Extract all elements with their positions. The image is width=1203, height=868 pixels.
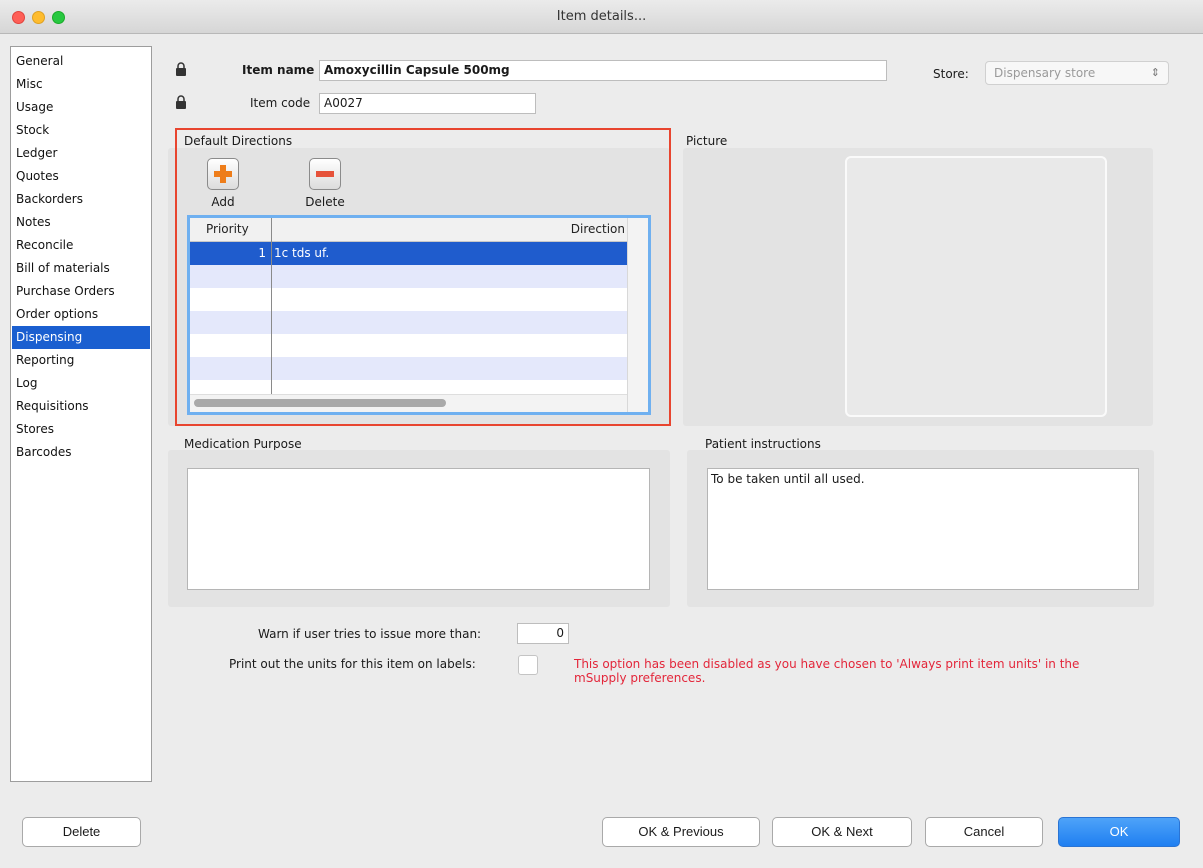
sidebar-item-barcodes[interactable]: Barcodes xyxy=(12,441,150,464)
column-header-priority[interactable]: Priority xyxy=(206,218,249,241)
sidebar-item-ledger[interactable]: Ledger xyxy=(12,142,150,165)
sidebar: General Misc Usage Stock Ledger Quotes B… xyxy=(10,46,152,782)
store-select[interactable]: Dispensary store ⇕ xyxy=(985,61,1169,85)
table-row[interactable] xyxy=(190,288,627,311)
patient-instructions-title: Patient instructions xyxy=(705,437,821,451)
store-label: Store: xyxy=(933,67,969,81)
print-units-label: Print out the units for this item on lab… xyxy=(229,657,476,671)
sidebar-item-notes[interactable]: Notes xyxy=(12,211,150,234)
sidebar-item-log[interactable]: Log xyxy=(12,372,150,395)
ok-previous-button[interactable]: OK & Previous xyxy=(602,817,760,847)
delete-direction-button[interactable] xyxy=(309,158,341,190)
directions-table[interactable]: Priority Direction 1 1c tds uf. xyxy=(187,215,651,415)
scrollbar-thumb[interactable] xyxy=(194,399,446,407)
ok-next-button[interactable]: OK & Next xyxy=(772,817,912,847)
delete-item-button[interactable]: Delete xyxy=(22,817,141,847)
vertical-scrollbar[interactable] xyxy=(627,218,648,412)
item-code-input[interactable]: A0027 xyxy=(319,93,536,114)
column-divider xyxy=(271,218,272,394)
patient-instructions-input[interactable]: To be taken until all used. xyxy=(707,468,1139,590)
sidebar-item-quotes[interactable]: Quotes xyxy=(12,165,150,188)
sidebar-item-stock[interactable]: Stock xyxy=(12,119,150,142)
table-row[interactable] xyxy=(190,334,627,357)
sidebar-item-usage[interactable]: Usage xyxy=(12,96,150,119)
row-direction: 1c tds uf. xyxy=(274,246,330,260)
window-title: Item details... xyxy=(556,9,647,24)
chevron-updown-icon: ⇕ xyxy=(1150,66,1160,79)
print-units-notice-line2: mSupply preferences. xyxy=(574,671,706,685)
cancel-button[interactable]: Cancel xyxy=(925,817,1043,847)
horizontal-scrollbar[interactable] xyxy=(190,394,627,412)
print-units-checkbox[interactable] xyxy=(518,655,538,675)
item-name-label: Item name xyxy=(242,63,315,77)
table-header: Priority Direction xyxy=(190,218,627,242)
sidebar-item-misc[interactable]: Misc xyxy=(12,73,150,96)
sidebar-item-dispensing[interactable]: Dispensing xyxy=(12,326,150,349)
table-row[interactable] xyxy=(190,311,627,334)
item-code-label: Item code xyxy=(250,96,311,110)
sidebar-item-backorders[interactable]: Backorders xyxy=(12,188,150,211)
warn-quantity-input[interactable]: 0 xyxy=(517,623,569,644)
medication-purpose-title: Medication Purpose xyxy=(184,437,302,451)
column-header-direction[interactable]: Direction xyxy=(272,218,627,241)
delete-direction-label[interactable]: Delete xyxy=(296,195,354,209)
lock-icon xyxy=(176,95,186,109)
plus-icon xyxy=(214,165,232,183)
sidebar-item-general[interactable]: General xyxy=(12,50,150,73)
table-row[interactable]: 1 1c tds uf. xyxy=(190,242,627,265)
sidebar-item-reconcile[interactable]: Reconcile xyxy=(12,234,150,257)
medication-purpose-input[interactable] xyxy=(187,468,650,590)
add-direction-label[interactable]: Add xyxy=(200,195,246,209)
table-row[interactable] xyxy=(190,265,627,288)
print-units-notice-line1: This option has been disabled as you hav… xyxy=(574,657,1080,671)
window-titlebar: Item details... xyxy=(0,0,1203,34)
sidebar-item-purchase-orders[interactable]: Purchase Orders xyxy=(12,280,150,303)
store-select-value: Dispensary store xyxy=(994,66,1096,80)
picture-title: Picture xyxy=(686,134,728,148)
sidebar-item-reporting[interactable]: Reporting xyxy=(12,349,150,372)
ok-button[interactable]: OK xyxy=(1058,817,1180,847)
minus-icon xyxy=(316,171,334,177)
directions-title: Default Directions xyxy=(184,134,293,148)
warn-label: Warn if user tries to issue more than: xyxy=(258,627,482,641)
item-name-input[interactable]: Amoxycillin Capsule 500mg xyxy=(319,60,887,81)
row-priority: 1 xyxy=(258,246,266,260)
lock-icon xyxy=(176,62,186,76)
sidebar-item-order-options[interactable]: Order options xyxy=(12,303,150,326)
add-direction-button[interactable] xyxy=(207,158,239,190)
sidebar-item-stores[interactable]: Stores xyxy=(12,418,150,441)
picture-well[interactable] xyxy=(845,156,1107,417)
sidebar-item-requisitions[interactable]: Requisitions xyxy=(12,395,150,418)
sidebar-item-bill-of-materials[interactable]: Bill of materials xyxy=(12,257,150,280)
table-row[interactable] xyxy=(190,357,627,380)
